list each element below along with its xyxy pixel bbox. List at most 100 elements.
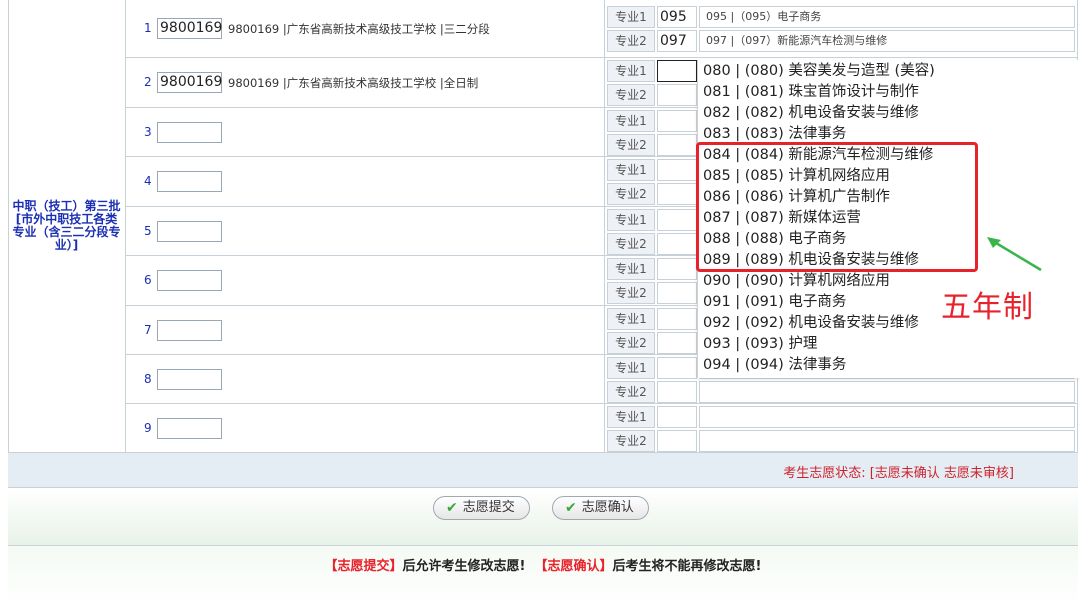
major-label: 专业2 xyxy=(607,332,655,354)
school-code-input[interactable]: 9800169 xyxy=(157,72,222,93)
arrow-icon xyxy=(987,237,1042,272)
major-code-input[interactable] xyxy=(657,159,697,181)
major-label: 专业1 xyxy=(607,406,655,428)
school-cell: 6 xyxy=(126,256,604,305)
button-bar: ✔ 志愿提交 ✔ 志愿确认 xyxy=(8,488,1078,546)
major-code-input[interactable] xyxy=(657,84,697,106)
row-number: 4 xyxy=(144,174,152,188)
major-code-input[interactable] xyxy=(657,282,697,304)
dropdown-option[interactable]: 080 | (080) 美容美发与造型 (美容) xyxy=(703,61,935,82)
check-icon: ✔ xyxy=(565,500,577,516)
major-code-input[interactable] xyxy=(657,332,697,354)
major-slot: 专业1 095 095 |（095）电子商务 xyxy=(605,5,1079,29)
row-number: 2 xyxy=(144,75,152,89)
school-code-input[interactable] xyxy=(157,171,222,192)
major-label: 专业1 xyxy=(607,159,655,181)
major-slot: 专业1 xyxy=(605,405,1079,429)
major-code-input[interactable] xyxy=(657,183,697,205)
major-code-input[interactable] xyxy=(657,209,697,231)
major-label: 专业2 xyxy=(607,233,655,255)
major-label: 专业2 xyxy=(607,282,655,304)
dropdown-option[interactable]: 090 | (090) 计算机网络应用 xyxy=(703,271,890,292)
major-code-input[interactable] xyxy=(657,134,697,156)
notice-submit-tag: 【志愿提交】 xyxy=(324,559,403,574)
dropdown-option[interactable]: 092 | (092) 机电设备安装与维修 xyxy=(703,313,919,334)
major-cell: 专业1 专业2 xyxy=(604,404,1078,452)
dropdown-option[interactable]: 088 | (088) 电子商务 xyxy=(703,229,846,250)
school-name: 9800169 |广东省高新技术高级技工学校 |全日制 xyxy=(228,76,479,90)
dropdown-option[interactable]: 083 | (083) 法律事务 xyxy=(703,124,846,145)
major-code-input[interactable] xyxy=(657,233,697,255)
row-number: 6 xyxy=(144,273,152,287)
confirm-button-label: 志愿确认 xyxy=(581,500,634,515)
major-slot: 专业2 xyxy=(605,429,1079,453)
major-label: 专业1 xyxy=(607,60,655,82)
dropdown-option[interactable]: 086 | (086) 计算机广告制作 xyxy=(703,187,890,208)
dropdown-option[interactable]: 084 | (084) 新能源汽车检测与维修 xyxy=(703,145,933,166)
school-cell: 2 9800169 9800169 |广东省高新技术高级技工学校 |全日制 xyxy=(126,58,604,107)
school-cell: 8 xyxy=(126,355,604,403)
dropdown-option[interactable]: 082 | (082) 机电设备安装与维修 xyxy=(703,103,919,124)
major-label: 专业1 xyxy=(607,258,655,280)
school-cell: 3 xyxy=(126,108,604,156)
confirm-button[interactable]: ✔ 志愿确认 xyxy=(552,496,649,520)
dropdown-option[interactable]: 081 | (081) 珠宝首饰设计与制作 xyxy=(703,82,919,103)
major-label: 专业2 xyxy=(607,430,655,452)
major-label: 专业1 xyxy=(607,209,655,231)
school-cell: 9 xyxy=(126,404,604,452)
school-code-input[interactable] xyxy=(157,418,222,439)
notice-text: 【志愿提交】后允许考生修改志愿! 【志愿确认】后考生将不能再修改志愿! xyxy=(8,555,1078,574)
school-code-input[interactable] xyxy=(157,221,222,242)
major-code-input[interactable] xyxy=(657,258,697,280)
dropdown-option[interactable]: 089 | (089) 机电设备安装与维修 xyxy=(703,250,919,271)
school-code-input[interactable]: 9800169 xyxy=(157,18,222,39)
notice-submit-text: 后允许考生修改志愿! xyxy=(402,559,526,574)
major-name-field: 097 |（097）新能源汽车检测与维修 xyxy=(699,30,1075,52)
notice-confirm-text: 后考生将不能再修改志愿! xyxy=(612,559,762,574)
major-code-input[interactable] xyxy=(657,60,697,82)
major-label: 专业1 xyxy=(607,6,655,28)
major-code-input[interactable] xyxy=(657,381,697,403)
major-dropdown-list[interactable]: 080 | (080) 美容美发与造型 (美容) 081 | (081) 珠宝首饰… xyxy=(697,60,1080,378)
major-name-field xyxy=(699,381,1075,403)
major-code-input[interactable]: 097 xyxy=(657,30,697,52)
category-cell: 中职（技工）第三批[市外中职技工各类专业（含三二分段专业）] xyxy=(8,0,126,453)
school-code-input[interactable] xyxy=(157,320,222,341)
school-cell: 4 xyxy=(126,157,604,206)
school-code-input[interactable] xyxy=(157,270,222,291)
dropdown-option[interactable]: 085 | (085) 计算机网络应用 xyxy=(703,166,890,187)
school-cell: 5 xyxy=(126,207,604,255)
major-code-input[interactable] xyxy=(657,308,697,330)
row-number: 8 xyxy=(144,372,152,386)
submit-button-label: 志愿提交 xyxy=(462,500,515,515)
major-code-input[interactable] xyxy=(657,430,697,452)
submit-button[interactable]: ✔ 志愿提交 xyxy=(433,496,530,520)
major-label: 专业2 xyxy=(607,134,655,156)
school-name: 9800169 |广东省高新技术高级技工学校 |三二分段 xyxy=(228,22,490,36)
dropdown-option[interactable]: 091 | (091) 电子商务 xyxy=(703,292,846,313)
major-name-field: 095 |（095）电子商务 xyxy=(699,6,1075,28)
dropdown-option[interactable]: 094 | (094) 法律事务 xyxy=(703,355,846,376)
major-label: 专业2 xyxy=(607,30,655,52)
school-cell: 7 xyxy=(126,306,604,354)
row-number: 3 xyxy=(144,125,152,139)
status-text: 考生志愿状态: [志愿未确认 志愿未审核] xyxy=(783,466,1014,481)
major-code-input[interactable] xyxy=(657,110,697,132)
major-name-field xyxy=(699,430,1075,452)
check-icon: ✔ xyxy=(446,500,458,516)
major-label: 专业2 xyxy=(607,381,655,403)
major-code-input[interactable] xyxy=(657,357,697,379)
major-label: 专业2 xyxy=(607,183,655,205)
dropdown-option[interactable]: 087 | (087) 新媒体运营 xyxy=(703,208,861,229)
major-cell: 专业1 095 095 |（095）电子商务 专业2 097 097 |（097… xyxy=(604,0,1078,57)
major-label: 专业1 xyxy=(607,308,655,330)
dropdown-option[interactable]: 093 | (093) 护理 xyxy=(703,334,817,355)
school-code-input[interactable] xyxy=(157,122,222,143)
school-cell: 1 9800169 9800169 |广东省高新技术高级技工学校 |三二分段 xyxy=(126,0,604,57)
major-slot: 专业2 xyxy=(605,380,1079,404)
row-number: 1 xyxy=(144,21,152,35)
school-code-input[interactable] xyxy=(157,369,222,390)
major-code-input[interactable] xyxy=(657,406,697,428)
major-code-input[interactable]: 095 xyxy=(657,6,697,28)
major-name-field xyxy=(699,406,1075,428)
